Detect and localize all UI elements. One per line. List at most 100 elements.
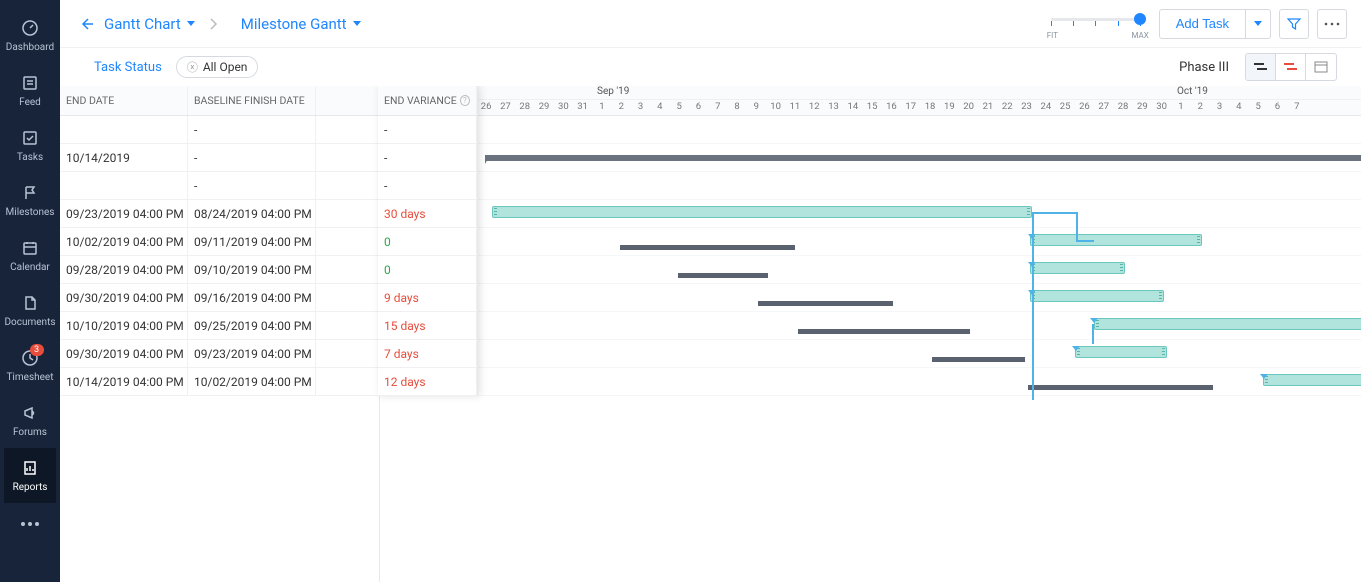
task-bar[interactable]: [1263, 374, 1361, 386]
gantt-row[interactable]: [380, 284, 1361, 312]
caret-down-icon: [353, 21, 361, 26]
sidebar-item-dashboard[interactable]: Dashboard: [4, 8, 55, 63]
cell-variance: 0: [378, 228, 477, 255]
table-row[interactable]: 12 days: [378, 368, 477, 396]
gantt-row[interactable]: [380, 172, 1361, 200]
task-bar[interactable]: [1030, 290, 1164, 302]
day-label: 26: [477, 101, 496, 112]
table-row[interactable]: 10/10/2019 04:00 PM09/25/2019 04:00 PM: [60, 312, 379, 340]
task-bar[interactable]: [1030, 234, 1202, 246]
day-label: 28: [515, 101, 534, 112]
table-row[interactable]: 0: [378, 256, 477, 284]
table-row[interactable]: -: [60, 116, 379, 144]
sidebar-item-reports[interactable]: Reports: [4, 448, 55, 503]
zoom-slider[interactable]: FIT MAX: [1051, 10, 1141, 38]
zoom-thumb[interactable]: [1134, 13, 1146, 25]
baseline-bar[interactable]: [798, 329, 970, 334]
day-label: 17: [901, 101, 920, 112]
day-label: 15: [863, 101, 882, 112]
table-row[interactable]: 09/23/2019 04:00 PM08/24/2019 04:00 PM: [60, 200, 379, 228]
table-row[interactable]: 10/02/2019 04:00 PM09/11/2019 04:00 PM: [60, 228, 379, 256]
view-gantt-dark[interactable]: [1246, 54, 1276, 80]
gantt-row[interactable]: [380, 256, 1361, 284]
chip-remove-icon[interactable]: ⓧ: [187, 59, 198, 75]
nav-forward-icon[interactable]: [201, 12, 225, 36]
table-row[interactable]: 09/28/2019 04:00 PM09/10/2019 04:00 PM: [60, 256, 379, 284]
resize-handle-right[interactable]: [1120, 264, 1123, 272]
cell-end-date: 09/28/2019 04:00 PM: [60, 256, 188, 283]
summary-bar[interactable]: [485, 155, 1361, 161]
table-row[interactable]: 15 days: [378, 312, 477, 340]
more-button[interactable]: [1317, 9, 1347, 39]
table-row[interactable]: 0: [378, 228, 477, 256]
sidebar-item-label: Tasks: [17, 152, 43, 163]
gantt-row[interactable]: [380, 228, 1361, 256]
baseline-bar[interactable]: [1028, 385, 1213, 390]
baseline-bar[interactable]: [620, 245, 795, 250]
cell-baseline: 09/23/2019 04:00 PM: [188, 340, 316, 367]
cell-end-date: 10/14/2019 04:00 PM: [60, 368, 188, 395]
gantt-row[interactable]: [380, 116, 1361, 144]
th-baseline[interactable]: BASELINE FINISH DATE: [188, 86, 316, 115]
nav-back-icon[interactable]: [74, 12, 98, 36]
task-bar[interactable]: [1030, 262, 1125, 274]
day-label: 23: [1017, 101, 1036, 112]
table-row[interactable]: -: [60, 172, 379, 200]
calendar-icon: [20, 238, 40, 258]
cell-end-date: [60, 172, 188, 199]
gantt-row[interactable]: [380, 200, 1361, 228]
gantt-row[interactable]: [380, 340, 1361, 368]
day-label: 4: [650, 101, 669, 112]
table-row[interactable]: 30 days: [378, 200, 477, 228]
sidebar-item-calendar[interactable]: Calendar: [4, 228, 55, 283]
sidebar-item-feed[interactable]: Feed: [4, 63, 55, 118]
sidebar-item-milestones[interactable]: Milestones: [4, 173, 55, 228]
table-row[interactable]: 10/14/2019-: [60, 144, 379, 172]
filter-chip[interactable]: ⓧ All Open: [176, 56, 259, 78]
sidebar-item-tasks[interactable]: Tasks: [4, 118, 55, 173]
table-row[interactable]: 10/14/2019 04:00 PM10/02/2019 04:00 PM: [60, 368, 379, 396]
filter-button[interactable]: [1279, 9, 1309, 39]
gantt-row[interactable]: [380, 144, 1361, 172]
gantt-row[interactable]: [380, 312, 1361, 340]
view-gantt-red[interactable]: [1276, 54, 1306, 80]
info-icon[interactable]: ?: [460, 95, 470, 106]
view-toggle: [1245, 53, 1337, 81]
table-row[interactable]: -: [378, 116, 477, 144]
sidebar-item-forums[interactable]: Forums: [4, 393, 55, 448]
task-bar[interactable]: [1075, 346, 1167, 358]
sidebar-item-timesheet[interactable]: Timesheet3: [4, 338, 55, 393]
sidebar-item-documents[interactable]: Documents: [4, 283, 55, 338]
table-row[interactable]: 7 days: [378, 340, 477, 368]
baseline-bar[interactable]: [932, 357, 1025, 362]
sidebar-item-label: Feed: [19, 97, 41, 108]
th-end-date[interactable]: END DATE: [60, 86, 188, 115]
task-bar[interactable]: [1094, 318, 1361, 330]
table-row[interactable]: -: [378, 144, 477, 172]
task-bar[interactable]: [492, 206, 1032, 218]
add-task-dropdown[interactable]: [1246, 9, 1271, 39]
view-calendar[interactable]: [1306, 54, 1336, 80]
gantt-row[interactable]: [380, 368, 1361, 396]
resize-handle-right[interactable]: [1197, 236, 1200, 244]
resize-handle-right[interactable]: [1027, 208, 1030, 216]
table-row[interactable]: 9 days: [378, 284, 477, 312]
breadcrumb-gantt[interactable]: Gantt Chart: [98, 15, 201, 33]
baseline-bar[interactable]: [678, 273, 768, 278]
phase-label: Phase III: [1179, 60, 1229, 75]
th-variance[interactable]: END VARIANCE ?: [378, 86, 477, 115]
table-row[interactable]: 09/30/2019 04:00 PM09/16/2019 04:00 PM: [60, 284, 379, 312]
add-task-button[interactable]: Add Task: [1159, 9, 1246, 39]
breadcrumb-milestone[interactable]: Milestone Gantt: [235, 15, 367, 33]
gantt-pane[interactable]: Sep '19Oct '19 2122232425262728293031123…: [380, 86, 1361, 582]
task-status-link[interactable]: Task Status: [94, 60, 162, 75]
document-icon: [20, 293, 40, 313]
table-row[interactable]: 09/30/2019 04:00 PM09/23/2019 04:00 PM: [60, 340, 379, 368]
baseline-bar[interactable]: [758, 301, 893, 306]
table-row[interactable]: -: [378, 172, 477, 200]
resize-handle-right[interactable]: [1162, 348, 1165, 356]
sidebar-more[interactable]: [0, 509, 60, 539]
resize-handle-left[interactable]: [494, 208, 497, 216]
caret-down-icon: [1254, 21, 1262, 26]
resize-handle-right[interactable]: [1159, 292, 1162, 300]
